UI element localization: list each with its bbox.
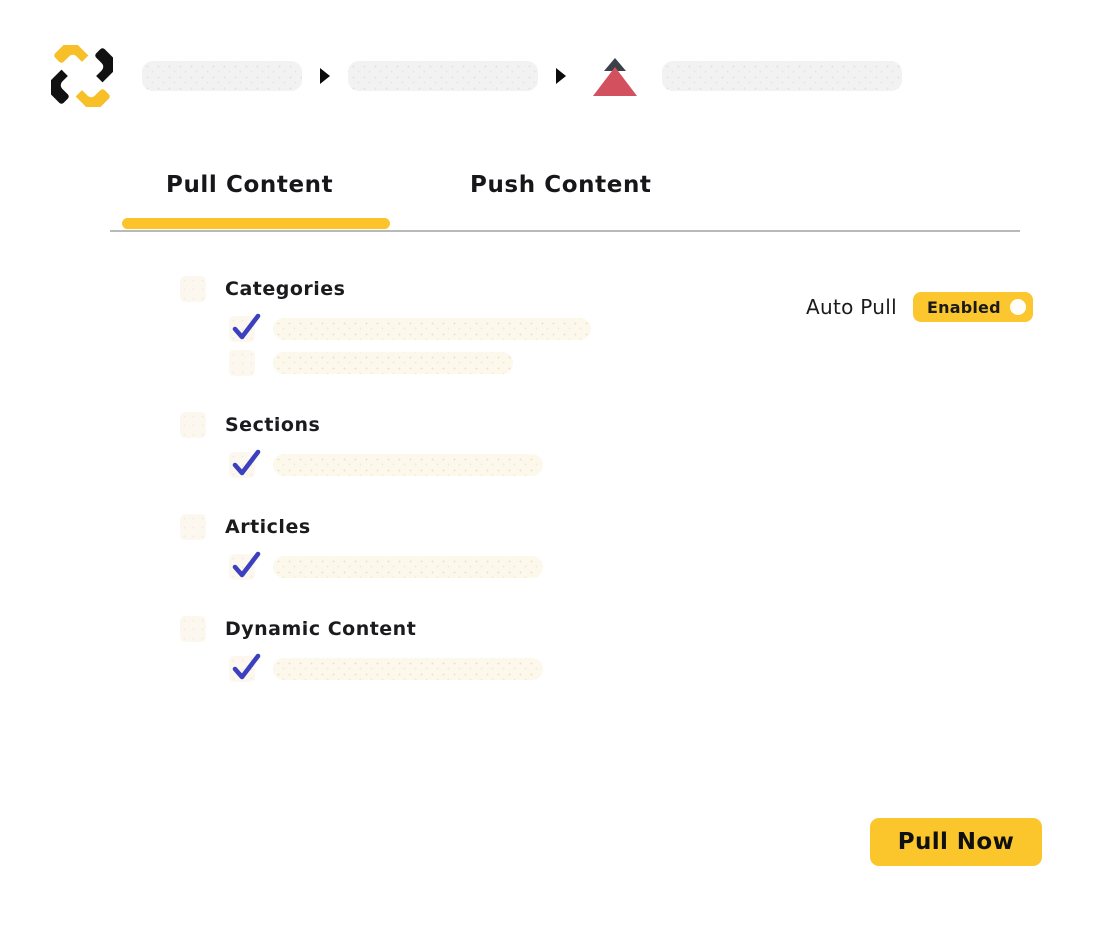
check-icon bbox=[232, 551, 261, 578]
tab-pull-content[interactable]: Pull Content bbox=[166, 172, 333, 198]
pull-now-button[interactable]: Pull Now bbox=[870, 818, 1042, 866]
tab-divider bbox=[110, 230, 1020, 232]
group-header-dynamic-content[interactable]: Dynamic Content bbox=[180, 612, 650, 646]
check-icon bbox=[232, 313, 261, 340]
item-placeholder-bar bbox=[273, 556, 543, 578]
content-group: Articles bbox=[180, 510, 650, 584]
item-placeholder-bar bbox=[273, 454, 543, 476]
group-checkbox[interactable] bbox=[180, 616, 206, 642]
diamond-pinwheel-logo[interactable] bbox=[45, 39, 119, 113]
top-bar bbox=[0, 0, 1114, 150]
content-group: Categories bbox=[180, 272, 650, 380]
item-checkbox-checked[interactable] bbox=[229, 551, 261, 580]
check-icon bbox=[232, 449, 261, 476]
group-label: Categories bbox=[225, 278, 346, 300]
auto-pull-label: Auto Pull bbox=[806, 295, 897, 319]
breadcrumb-item-3[interactable] bbox=[662, 61, 902, 91]
group-label: Sections bbox=[225, 414, 321, 436]
breadcrumb bbox=[142, 58, 902, 96]
group-label: Dynamic Content bbox=[225, 618, 417, 640]
list-item[interactable] bbox=[229, 312, 650, 346]
item-placeholder-bar bbox=[273, 352, 513, 374]
breadcrumb-item-2[interactable] bbox=[348, 61, 538, 91]
auto-pull-toggle-value: Enabled bbox=[927, 297, 1001, 317]
group-checkbox[interactable] bbox=[180, 276, 206, 302]
list-item[interactable] bbox=[229, 550, 650, 584]
item-placeholder-bar bbox=[273, 318, 591, 340]
content-group: Dynamic Content bbox=[180, 612, 650, 686]
group-label: Articles bbox=[225, 516, 311, 538]
auto-pull-toggle[interactable]: Enabled bbox=[913, 292, 1033, 322]
pull-content-panel: Auto Pull Enabled Categories Sections Ar… bbox=[0, 272, 1114, 832]
item-checkbox-checked[interactable] bbox=[229, 653, 261, 682]
item-checkbox-unchecked[interactable] bbox=[229, 350, 255, 376]
tab-bar: Pull Content Push Content bbox=[110, 172, 1020, 238]
group-header-categories[interactable]: Categories bbox=[180, 272, 650, 306]
item-placeholder-bar bbox=[273, 658, 543, 680]
tab-push-content[interactable]: Push Content bbox=[470, 172, 652, 198]
list-item[interactable] bbox=[229, 346, 650, 380]
item-checkbox-checked[interactable] bbox=[229, 449, 261, 478]
group-header-sections[interactable]: Sections bbox=[180, 408, 650, 442]
checkbox-box bbox=[229, 350, 255, 376]
group-checkbox[interactable] bbox=[180, 514, 206, 540]
content-tree: Categories Sections Articles Dynamic Con… bbox=[180, 272, 650, 686]
group-checkbox[interactable] bbox=[180, 412, 206, 438]
toggle-knob bbox=[1010, 299, 1026, 315]
item-checkbox-checked[interactable] bbox=[229, 313, 261, 342]
check-icon bbox=[232, 653, 261, 680]
active-tab-indicator bbox=[122, 218, 390, 229]
triangle-right-icon bbox=[316, 67, 334, 85]
group-header-articles[interactable]: Articles bbox=[180, 510, 650, 544]
list-item[interactable] bbox=[229, 448, 650, 482]
content-group: Sections bbox=[180, 408, 650, 482]
list-item[interactable] bbox=[229, 652, 650, 686]
auto-pull-control: Auto Pull Enabled bbox=[806, 292, 1033, 322]
mountain-peak-icon bbox=[588, 54, 642, 98]
triangle-right-icon bbox=[552, 67, 570, 85]
breadcrumb-item-1[interactable] bbox=[142, 61, 302, 91]
